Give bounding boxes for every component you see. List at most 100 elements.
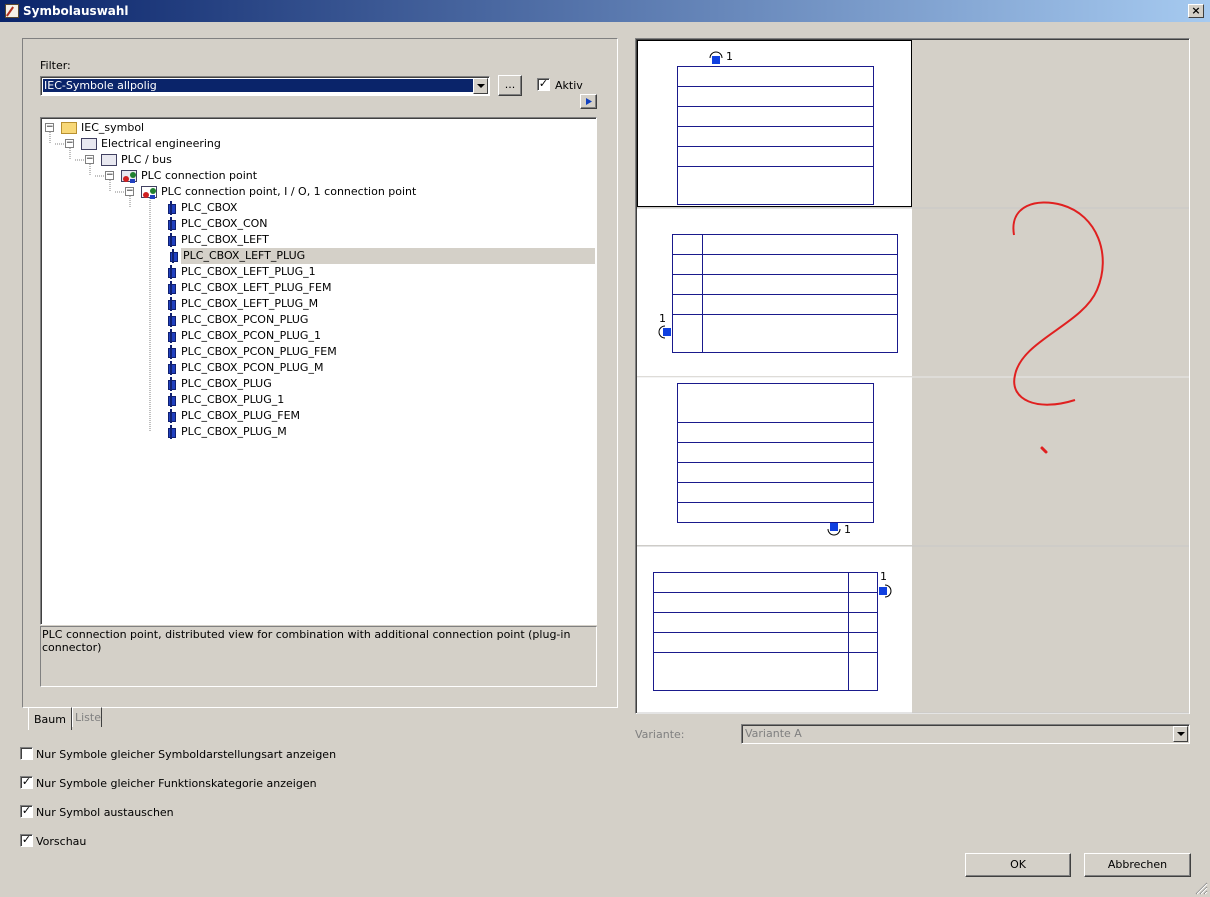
symbol-preview-cell: [637, 546, 912, 714]
tree-item-label: PLC_CBOX_LEFT_PLUG_FEM: [181, 281, 332, 294]
expand-panel-button[interactable]: [580, 94, 597, 109]
option-checkbox[interactable]: ✓: [20, 776, 33, 789]
plug-connector-icon: [166, 377, 176, 391]
connection-number: 1: [726, 50, 733, 63]
tree-leaf[interactable]: PLC_CBOX_LEFT: [168, 232, 269, 248]
connection-point-icon: [712, 56, 720, 64]
chevron-down-icon[interactable]: [1173, 726, 1188, 742]
close-button[interactable]: ×: [1188, 4, 1204, 18]
tree-item-label: PLC_CBOX_LEFT: [181, 233, 269, 246]
tree-view[interactable]: − IEC_symbol − Electrical engineering − PLC /…: [40, 117, 597, 625]
connection-number: 1: [659, 312, 666, 325]
tree-leaf[interactable]: PLC_CBOX_PLUG_FEM: [168, 408, 301, 424]
tree-node[interactable]: − PLC connection point: [105, 168, 258, 184]
tree-item-label: PLC_CBOX_PCON_PLUG: [181, 313, 309, 326]
tree-leaf[interactable]: PLC_CBOX_PCON_PLUG_1: [168, 328, 321, 344]
tree-item-label: PLC_CBOX_LEFT_PLUG_1: [181, 265, 316, 278]
plug-connector-icon: [166, 425, 176, 439]
variant-combo[interactable]: Variante A: [741, 724, 1190, 744]
symbol-preview-cell: [637, 40, 912, 207]
chevron-down-icon[interactable]: [473, 78, 488, 94]
tree-leaf[interactable]: PLC_CBOX_LEFT_PLUG_1: [168, 264, 316, 280]
aktiv-label: Aktiv: [555, 79, 583, 92]
tree-item-label: IEC_symbol: [81, 121, 145, 134]
connection-number: 1: [844, 523, 851, 536]
tree-item-label: PLC connection point, I / O, 1 connectio…: [161, 185, 417, 198]
tree-leaf[interactable]: PLC_CBOX_PCON_PLUG: [168, 312, 309, 328]
aktiv-checkbox[interactable]: ✓: [537, 78, 550, 91]
play-arrow-icon: [586, 98, 592, 105]
tree-node[interactable]: − PLC connection point, I / O, 1 connecti…: [125, 184, 417, 200]
ok-button[interactable]: OK: [965, 853, 1071, 877]
collapse-icon[interactable]: −: [45, 123, 54, 132]
tree-item-label: PLC_CBOX_PCON_PLUG_1: [181, 329, 321, 342]
tree-item-label: PLC_CBOX_LEFT_PLUG_M: [181, 297, 319, 310]
tree-item-label: PLC / bus: [121, 153, 172, 166]
option-label[interactable]: Nur Symbole gleicher Funktionskategorie …: [36, 777, 317, 790]
connection-point-icon: [879, 587, 887, 595]
tree-leaf[interactable]: PLC_CBOX_PCON_PLUG_FEM: [168, 344, 337, 360]
filter-combo[interactable]: IEC-Symbole allpolig: [40, 76, 490, 96]
tree-leaf[interactable]: PLC_CBOX_LEFT_PLUG_M: [168, 296, 319, 312]
tree-leaf[interactable]: PLC_CBOX_PLUG_1: [168, 392, 285, 408]
tree-item-label: PLC_CBOX_PLUG_FEM: [181, 409, 301, 422]
tree-item-label: PLC_CBOX_PLUG: [181, 377, 272, 390]
title-bar: Symbolauswahl ×: [0, 0, 1210, 22]
plug-connector-icon: [166, 313, 176, 327]
tree-item-label: PLC_CBOX_PLUG_M: [181, 425, 287, 438]
tree-leaf[interactable]: PLC_CBOX_PLUG_M: [168, 424, 287, 440]
tree-item-label: PLC_CBOX_LEFT_PLUG: [183, 249, 306, 262]
plug-connector-icon: [166, 217, 176, 231]
plug-connector-icon: [168, 249, 178, 263]
tree-leaf[interactable]: PLC_CBOX_LEFT_PLUG: [170, 248, 595, 264]
tree-node[interactable]: − PLC / bus: [85, 152, 172, 168]
variant-value: Variante A: [745, 727, 802, 740]
option-checkbox[interactable]: ✓: [20, 805, 33, 818]
collapse-icon[interactable]: −: [85, 155, 94, 164]
folder-icon: [61, 122, 77, 134]
plug-connector-icon: [166, 409, 176, 423]
plug-connector-icon: [166, 393, 176, 407]
collapse-icon[interactable]: −: [65, 139, 74, 148]
tree-leaf[interactable]: PLC_CBOX_PLUG: [168, 376, 272, 392]
tree-leaf[interactable]: PLC_CBOX_CON: [168, 216, 268, 232]
option-label[interactable]: Nur Symbol austauschen: [36, 806, 174, 819]
plug-connector-icon: [166, 233, 176, 247]
question-mark-annotation: [1012, 201, 1104, 406]
tree-item-label: PLC connection point: [141, 169, 258, 182]
option-label[interactable]: Vorschau: [36, 835, 86, 848]
collapse-icon[interactable]: −: [125, 187, 134, 196]
preview-area: 1 1 1 1: [635, 38, 1190, 714]
tree-item-label: Electrical engineering: [101, 137, 221, 150]
tree-item-label: PLC_CBOX_PLUG_1: [181, 393, 285, 406]
connection-point-icon: [141, 186, 157, 199]
tree-leaf[interactable]: PLC_CBOX_PCON_PLUG_M: [168, 360, 324, 376]
plug-connector-icon: [166, 281, 176, 295]
app-icon: [5, 4, 19, 18]
filter-more-button[interactable]: ...: [498, 75, 522, 96]
collapse-icon[interactable]: −: [105, 171, 114, 180]
tree-item-label: PLC_CBOX_PCON_PLUG_FEM: [181, 345, 337, 358]
connection-point-icon: [121, 170, 137, 183]
tree-item-label: PLC_CBOX_CON: [181, 217, 268, 230]
variant-label: Variante:: [635, 728, 685, 741]
resize-grip-icon[interactable]: [1194, 881, 1208, 895]
filter-value: IEC-Symbole allpolig: [43, 79, 473, 92]
option-label[interactable]: Nur Symbole gleicher Symboldarstellungsa…: [36, 748, 336, 761]
question-mark-dot: [1040, 446, 1048, 454]
tree-item-label: PLC_CBOX_PCON_PLUG_M: [181, 361, 324, 374]
symbol-preview-cell: [637, 208, 912, 376]
plug-connector-icon: [166, 201, 176, 215]
option-checkbox[interactable]: [20, 747, 33, 760]
cancel-button[interactable]: Abbrechen: [1084, 853, 1191, 877]
tab-liste[interactable]: Liste: [72, 707, 102, 727]
tree-node[interactable]: − Electrical engineering: [65, 136, 221, 152]
tab-baum[interactable]: Baum: [28, 707, 72, 730]
plug-connector-icon: [166, 329, 176, 343]
tree-node[interactable]: − IEC_symbol: [45, 120, 145, 136]
connection-point-icon: [830, 523, 838, 531]
tree-leaf[interactable]: PLC_CBOX_LEFT_PLUG_FEM: [168, 280, 332, 296]
connection-point-icon: [663, 328, 671, 336]
tree-leaf[interactable]: PLC_CBOX: [168, 200, 237, 216]
option-checkbox[interactable]: ✓: [20, 834, 33, 847]
